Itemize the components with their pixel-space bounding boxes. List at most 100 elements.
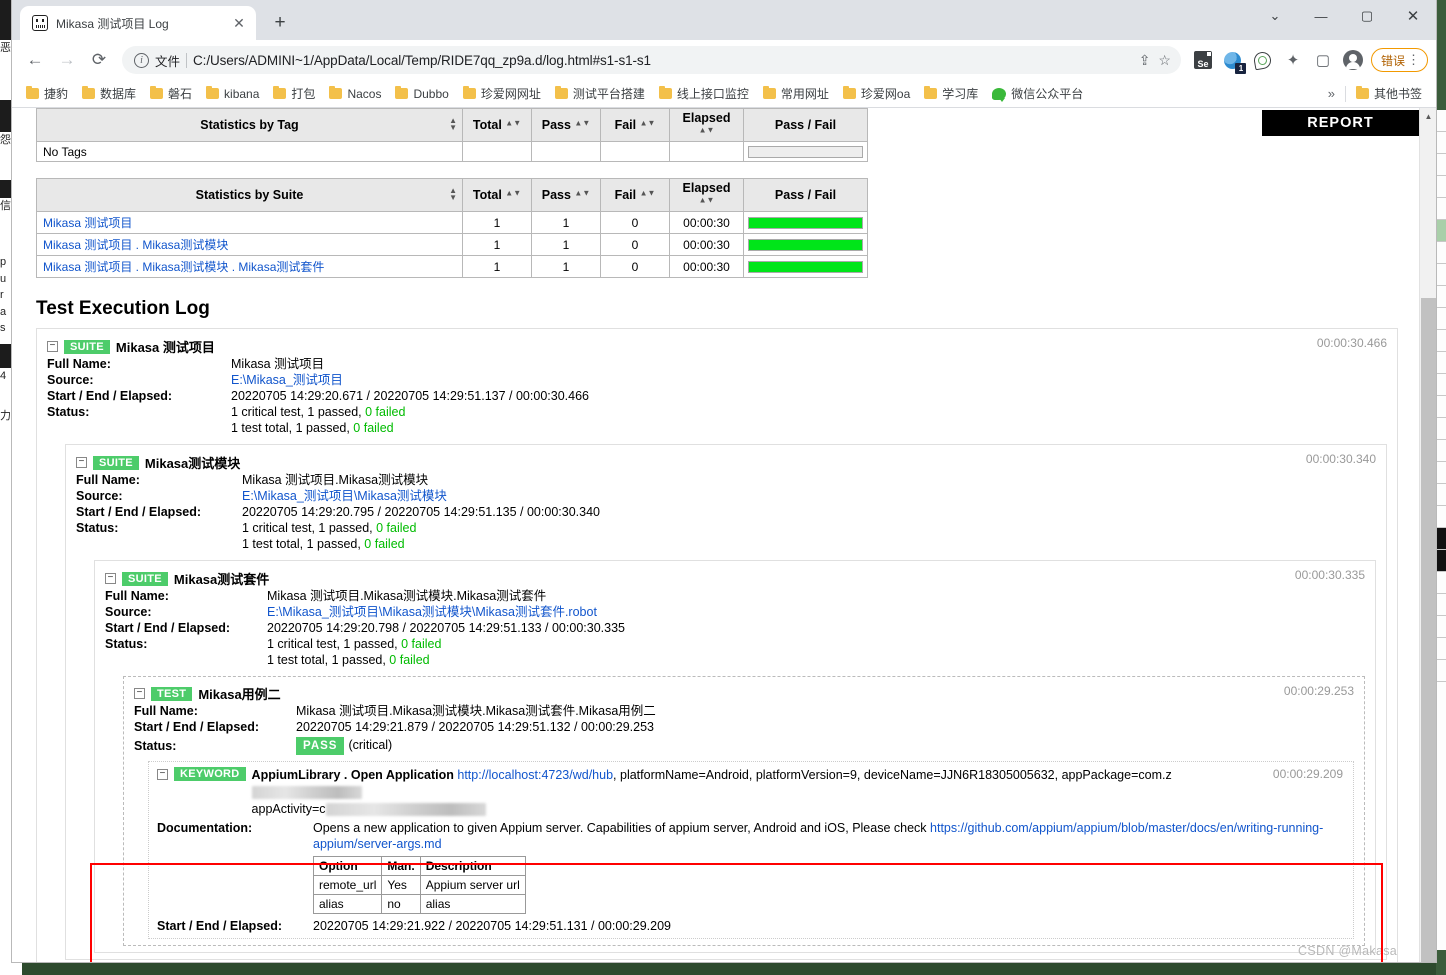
col-header-elapsed[interactable]: Elapsed ▲▼: [669, 178, 744, 212]
bookmark-item[interactable]: 微信公众平台: [986, 83, 1089, 104]
chrome-menu-icon[interactable]: ⋮: [1407, 52, 1420, 68]
bookmark-item[interactable]: 捷豹: [20, 83, 74, 104]
col-header-pass[interactable]: Pass ▲▼: [531, 178, 601, 212]
suite-header[interactable]: − SUITE Mikasa 测试项目: [47, 337, 1387, 356]
description-cell: Appium server url: [419, 875, 526, 895]
bookmark-star-icon[interactable]: ☆: [1158, 52, 1171, 69]
keyword-header[interactable]: − KEYWORD AppiumLibrary . Open Applicati…: [157, 767, 1345, 818]
test-header[interactable]: − TEST Mikasa用例二: [134, 684, 1354, 703]
pass-fail-bar-cell: [743, 255, 868, 278]
status-value: 1 critical test, 1 passed, 0 failed 1 te…: [267, 636, 441, 668]
status-failed-1: 0 failed: [365, 405, 406, 419]
suite-link[interactable]: Mikasa 测试项目 . Mikasa测试模块 . Mikasa测试套件: [43, 260, 324, 274]
bookmark-item[interactable]: 测试平台搭建: [549, 83, 651, 104]
watermark: CSDN @Makasa: [1298, 944, 1397, 958]
col-header-pass[interactable]: Pass ▲▼: [531, 108, 601, 142]
reload-icon[interactable]: ⟳: [84, 45, 114, 75]
col-header-tag-name[interactable]: Statistics by Tag ▲ ▼: [36, 108, 463, 142]
bookmark-label: Dubbo: [413, 86, 449, 101]
share-icon[interactable]: ⇪: [1139, 52, 1151, 69]
table-row: alias no alias: [312, 894, 526, 914]
pass-fail-bar: [748, 238, 863, 251]
bookmark-label: 珍爱网网址: [480, 87, 541, 101]
site-info-icon[interactable]: i: [134, 52, 149, 68]
col-header-fail[interactable]: Fail ▲▼: [600, 178, 670, 212]
collapse-toggle-icon[interactable]: −: [157, 769, 168, 780]
chevron-overflow-icon[interactable]: »: [1322, 86, 1341, 101]
source-link[interactable]: E:\Mikasa_测试项目\Mikasa测试模块\Mikasa测试套件.rob…: [267, 605, 597, 619]
source-link[interactable]: E:\Mikasa_测试项目\Mikasa测试模块: [242, 489, 447, 503]
pass-cell: [531, 141, 601, 162]
source-link[interactable]: E:\Mikasa_测试项目: [231, 373, 343, 387]
suite-elapsed: 00:00:30.335: [1294, 568, 1365, 582]
tab-search-icon[interactable]: ⌄: [1252, 0, 1298, 32]
suite-link[interactable]: Mikasa 测试项目: [43, 216, 132, 230]
bookmark-item[interactable]: 珍爱网oa: [837, 83, 916, 104]
window-close-button[interactable]: ✕: [1390, 0, 1436, 32]
bookmark-item[interactable]: 线上接口监控: [653, 83, 755, 104]
puzzle-extensions-icon[interactable]: ✦: [1279, 46, 1307, 74]
col-header-elapsed[interactable]: Elapsed ▲▼: [669, 108, 744, 142]
address-bar[interactable]: i 文件 C:/Users/ADMINI~1/AppData/Local/Tem…: [122, 46, 1181, 74]
suite-name-cell: Mikasa 测试项目 . Mikasa测试模块: [36, 233, 463, 256]
tab-strip: Mikasa 测试项目 Log ✕ + ⌄ — ▢ ✕: [12, 0, 1436, 40]
bookmark-item[interactable]: 学习库: [918, 83, 984, 104]
report-button[interactable]: REPORT: [1262, 110, 1419, 136]
other-bookmarks-button[interactable]: 其他书签: [1350, 83, 1428, 104]
profile-avatar[interactable]: [1339, 46, 1367, 74]
capture-extension-icon[interactable]: [1249, 46, 1277, 74]
folder-icon: [150, 86, 164, 99]
new-tab-button[interactable]: +: [266, 9, 294, 37]
col-header-suite-name[interactable]: Statistics by Suite ▲ ▼: [36, 178, 463, 212]
forward-icon[interactable]: →: [52, 45, 82, 75]
bookmark-item[interactable]: 磐石: [144, 83, 198, 104]
translate-extension-icon[interactable]: 1: [1219, 46, 1247, 74]
suite-elapsed: 00:00:30.466: [1316, 336, 1387, 350]
minimize-button[interactable]: —: [1298, 0, 1344, 32]
collapse-toggle-icon[interactable]: −: [47, 341, 58, 352]
scrollbar-thumb[interactable]: [1421, 298, 1436, 962]
fail-cell: [600, 141, 670, 162]
collapse-toggle-icon[interactable]: −: [105, 573, 116, 584]
bookmark-item[interactable]: 常用网址: [757, 83, 835, 104]
bookmark-label: 线上接口监控: [676, 87, 749, 101]
browser-tab[interactable]: Mikasa 测试项目 Log ✕: [20, 6, 256, 40]
times-label: Start / End / Elapsed:: [105, 621, 231, 635]
selenium-extension-icon[interactable]: Se: [1189, 46, 1217, 74]
status-label: Status:: [76, 521, 119, 535]
back-icon[interactable]: ←: [20, 45, 50, 75]
col-header-fail[interactable]: Fail ▲▼: [600, 108, 670, 142]
col-header-total[interactable]: Total ▲▼: [462, 178, 532, 212]
keyword-arg-url[interactable]: http://localhost:4723/wd/hub: [457, 768, 613, 782]
sort-icon: ▲▼: [505, 118, 522, 128]
status-line-2: 1 test total, 1 passed,: [231, 421, 354, 435]
collapse-toggle-icon[interactable]: −: [76, 457, 87, 468]
suite-link[interactable]: Mikasa 测试项目 . Mikasa测试模块: [43, 238, 228, 252]
bookmark-item[interactable]: 数据库: [76, 83, 142, 104]
times-value: 20220705 14:29:20.798 / 20220705 14:29:5…: [267, 621, 625, 635]
pass-cell: 1: [531, 211, 601, 234]
side-panel-icon[interactable]: ▢: [1309, 46, 1337, 74]
bookmark-item[interactable]: Nacos: [323, 85, 387, 103]
bookmark-item[interactable]: 打包: [267, 83, 321, 104]
col-header-total[interactable]: Total ▲▼: [462, 108, 532, 142]
suite-header[interactable]: − SUITE Mikasa测试套件: [105, 569, 1365, 588]
folder-icon: [1355, 86, 1369, 99]
full-name-value: Mikasa 测试项目.Mikasa测试模块: [242, 473, 429, 487]
collapse-toggle-icon[interactable]: −: [134, 688, 145, 699]
bookmark-item[interactable]: 珍爱网网址: [457, 83, 547, 104]
suite-header[interactable]: − SUITE Mikasa测试模块: [76, 453, 1376, 472]
error-menu-button[interactable]: 错误 ⋮: [1370, 48, 1428, 72]
page-scrollbar[interactable]: ▲: [1419, 108, 1436, 962]
sort-icon: ▲▼: [449, 186, 457, 202]
capture-glyph: [1253, 50, 1273, 70]
scroll-up-icon[interactable]: ▲: [1420, 108, 1436, 125]
close-icon[interactable]: ✕: [230, 14, 248, 32]
bookmark-item[interactable]: kibana: [200, 85, 265, 103]
keyword-metadata: Documentation: Opens a new application t…: [157, 820, 1345, 934]
full-name-label: Full Name:: [47, 357, 111, 371]
status-line-1: 1 critical test, 1 passed,: [242, 521, 377, 535]
bookmark-item[interactable]: Dubbo: [389, 85, 454, 103]
maximize-button[interactable]: ▢: [1344, 0, 1390, 32]
url-text[interactable]: C:/Users/ADMINI~1/AppData/Local/Temp/RID…: [193, 53, 1133, 68]
